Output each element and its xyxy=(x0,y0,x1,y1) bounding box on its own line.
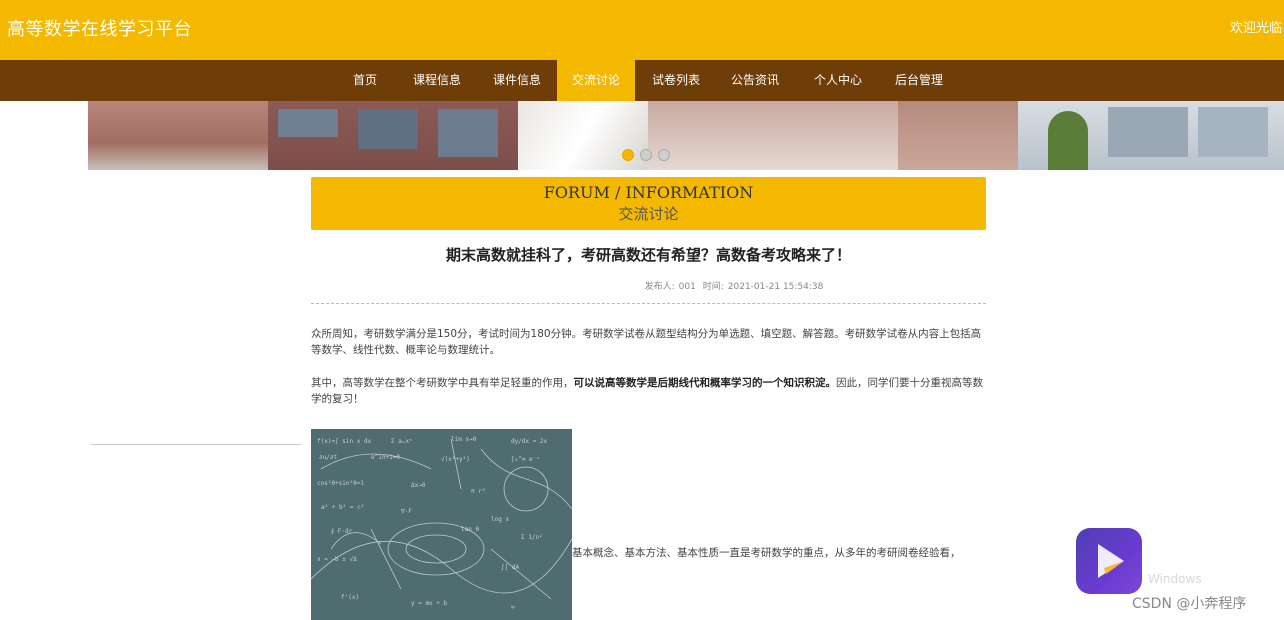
svg-text:Δx→0: Δx→0 xyxy=(411,482,426,489)
svg-text:∇·F: ∇·F xyxy=(400,508,412,515)
banner-building-left xyxy=(88,101,268,170)
carousel-dot[interactable] xyxy=(622,149,634,161)
windows-watermark: Windows xyxy=(1148,572,1202,586)
svg-text:π r²: π r² xyxy=(471,488,485,495)
banner-building-middle xyxy=(648,101,898,170)
nav-item-announcements[interactable]: 公告资讯 xyxy=(722,60,788,101)
nav-list: 首页 课程信息 课件信息 交流讨论 试卷列表 公告资讯 个人中心 后台管理 xyxy=(0,60,1284,101)
banner-window xyxy=(438,109,498,157)
paragraph-text: 其中，高等数学在整个考研数学中具有举足轻重的作用， xyxy=(311,377,574,389)
nav-item-courses[interactable]: 课程信息 xyxy=(404,60,470,101)
app-logo-badge xyxy=(1076,528,1142,594)
banner-window xyxy=(278,109,338,137)
svg-text:Σ 1/n²: Σ 1/n² xyxy=(521,534,543,541)
site-title[interactable]: 高等数学在线学习平台 xyxy=(7,15,192,41)
carousel-dot[interactable] xyxy=(658,149,670,161)
welcome-text: 欢迎光临 xyxy=(1229,21,1282,36)
svg-text:dy/dx = 2x: dy/dx = 2x xyxy=(511,438,548,445)
carousel-dots xyxy=(622,149,682,163)
paragraph-bold-text: 可以说高等数学是后期线代和概率学习的一个知识积淀。 xyxy=(573,377,837,389)
svg-text:√(x²+y²): √(x²+y²) xyxy=(441,456,470,463)
section-header-en: FORUM / INFORMATION xyxy=(543,183,754,202)
svg-text:cos²θ+sin²θ=1: cos²θ+sin²θ=1 xyxy=(317,480,364,487)
svg-text:x = −b ± √Δ: x = −b ± √Δ xyxy=(317,556,357,563)
math-formulas-image: f(x)=∫ sin x dx Σ aₙxⁿ lim x→0 dy/dx = 2… xyxy=(311,429,572,620)
time-value: 2021-01-21 15:54:38 xyxy=(727,282,824,292)
article-paragraph: 基本概念、基本方法、基本性质一直是考研数学的重点，从多年的考研阅卷经验看， xyxy=(572,547,961,559)
svg-text:log x: log x xyxy=(491,516,509,523)
nav-item-admin[interactable]: 后台管理 xyxy=(886,60,952,101)
svg-text:y = mx + b: y = mx + b xyxy=(411,600,448,607)
banner-window xyxy=(1108,107,1188,157)
publisher-value: 001 xyxy=(678,282,696,292)
svg-text:e^iπ+1=0: e^iπ+1=0 xyxy=(371,454,400,461)
section-header-cn: 交流讨论 xyxy=(618,205,679,223)
section-header: FORUM / INFORMATION 交流讨论 xyxy=(311,177,986,230)
main-nav: 首页 课程信息 课件信息 交流讨论 试卷列表 公告资讯 个人中心 后台管理 xyxy=(0,60,1284,101)
banner-window xyxy=(358,109,418,149)
nav-item-exams[interactable]: 试卷列表 xyxy=(643,60,709,101)
svg-text:f(x)=∫ sin x dx: f(x)=∫ sin x dx xyxy=(317,437,372,445)
time-label: 时间: xyxy=(702,282,724,292)
title-divider xyxy=(311,303,986,304)
article-paragraph: 其中，高等数学在整个考研数学中具有举足轻重的作用，可以说高等数学是后期线代和概率… xyxy=(311,375,987,407)
sidebar-divider xyxy=(91,444,301,445)
svg-text:tan θ: tan θ xyxy=(461,526,479,533)
nav-item-courseware[interactable]: 课件信息 xyxy=(484,60,550,101)
article-title: 期末高数就挂科了，考研高数还有希望？高数备考攻略来了！ xyxy=(445,246,851,264)
carousel-dot[interactable] xyxy=(640,149,652,161)
top-header-bar: 高等数学在线学习平台 欢迎光临 xyxy=(0,0,1284,60)
nav-item-user-center[interactable]: 个人中心 xyxy=(805,60,871,101)
banner-window xyxy=(1198,107,1268,157)
csdn-watermark: CSDN @小奔程序 xyxy=(1132,596,1247,612)
svg-text:∫₀^∞ e⁻ˣ: ∫₀^∞ e⁻ˣ xyxy=(511,455,540,463)
svg-text:Σ aₙxⁿ: Σ aₙxⁿ xyxy=(391,438,413,445)
svg-text:f'(x): f'(x) xyxy=(341,594,359,601)
banner-building-right xyxy=(898,101,1018,170)
publisher-label: 发布人: xyxy=(644,282,675,292)
svg-text:∂u/∂t: ∂u/∂t xyxy=(319,454,337,461)
banner-tree xyxy=(1048,111,1088,170)
svg-text:∫∫ dA: ∫∫ dA xyxy=(501,563,519,571)
svg-text:lim x→0: lim x→0 xyxy=(451,436,477,443)
svg-text:∮ F·dr: ∮ F·dr xyxy=(331,528,353,535)
svg-text:∞: ∞ xyxy=(511,604,515,611)
nav-item-forum[interactable]: 交流讨论 xyxy=(557,60,635,101)
svg-text:a² + b² = c²: a² + b² = c² xyxy=(321,504,364,511)
nav-item-home[interactable]: 首页 xyxy=(343,60,387,101)
article-paragraph: 众所周知，考研数学满分是150分，考试时间为180分钟。考研数学试卷从题型结构分… xyxy=(311,328,982,356)
banner-carousel[interactable] xyxy=(88,101,1284,170)
